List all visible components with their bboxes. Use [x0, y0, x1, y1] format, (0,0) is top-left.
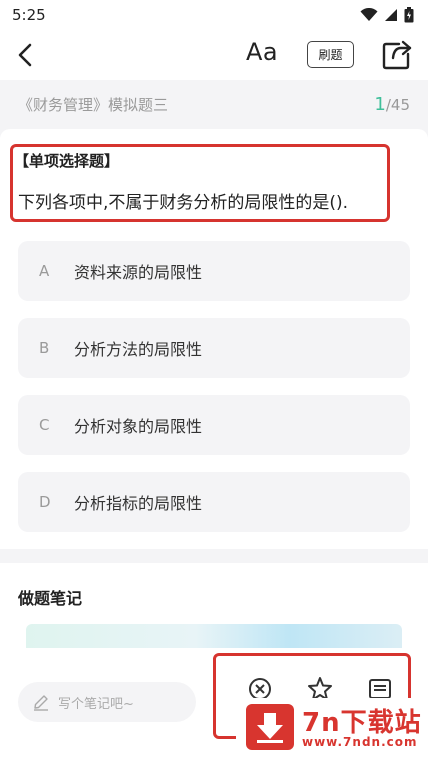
option-letter: D — [39, 493, 51, 511]
question-type: 【单项选择题】 — [14, 152, 120, 170]
share-button[interactable] — [381, 39, 413, 71]
option-c[interactable]: C 分析对象的局限性 — [18, 395, 410, 455]
option-letter: B — [39, 339, 50, 357]
option-d[interactable]: D 分析指标的局限性 — [18, 472, 410, 532]
paper-header: 《财务管理》模拟题三 1/45 — [0, 80, 428, 128]
question-text: 下列各项中,不属于财务分析的局限性的是(). — [18, 193, 349, 213]
nav-bar: Aa 刷题 — [0, 30, 428, 80]
back-button[interactable] — [10, 40, 40, 70]
status-bar: 5:25 — [0, 0, 428, 30]
battery-icon — [404, 7, 414, 23]
question-progress: 1/45 — [374, 94, 410, 115]
note-input[interactable]: 写个笔记吧~ — [18, 682, 196, 722]
option-text: 分析方法的局限性 — [74, 340, 203, 359]
option-letter: C — [39, 416, 50, 434]
watermark-name: 7n下载站 — [302, 708, 422, 738]
option-text: 分析对象的局限性 — [74, 417, 203, 436]
pen-icon — [34, 695, 48, 711]
watermark-logo: 7n下载站 www.7ndn.com — [236, 698, 422, 756]
question-card: 【单项选择题】 下列各项中,不属于财务分析的局限性的是(). A 资料来源的局限… — [0, 129, 428, 549]
current-question-number: 1 — [374, 93, 386, 115]
status-time: 5:25 — [12, 6, 46, 24]
note-input-placeholder: 写个笔记吧~ — [58, 696, 134, 712]
signal-icon — [385, 9, 397, 21]
notes-title: 做题笔记 — [18, 589, 83, 608]
notes-banner — [26, 624, 402, 648]
font-size-button[interactable]: Aa — [246, 38, 278, 66]
paper-title: 《财务管理》模拟题三 — [18, 95, 169, 114]
practice-button[interactable]: 刷题 — [307, 41, 354, 68]
option-text: 资料来源的局限性 — [74, 263, 203, 282]
option-a[interactable]: A 资料来源的局限性 — [18, 241, 410, 301]
option-letter: A — [39, 262, 50, 280]
status-icons — [360, 7, 414, 23]
option-b[interactable]: B 分析方法的局限性 — [18, 318, 410, 378]
total-questions: /45 — [385, 95, 410, 114]
chevron-left-icon — [18, 43, 32, 67]
download-icon — [246, 704, 294, 750]
watermark-url: www.7ndn.com — [302, 735, 418, 749]
wifi-icon — [360, 8, 378, 21]
option-text: 分析指标的局限性 — [74, 494, 203, 513]
share-icon — [382, 40, 412, 70]
